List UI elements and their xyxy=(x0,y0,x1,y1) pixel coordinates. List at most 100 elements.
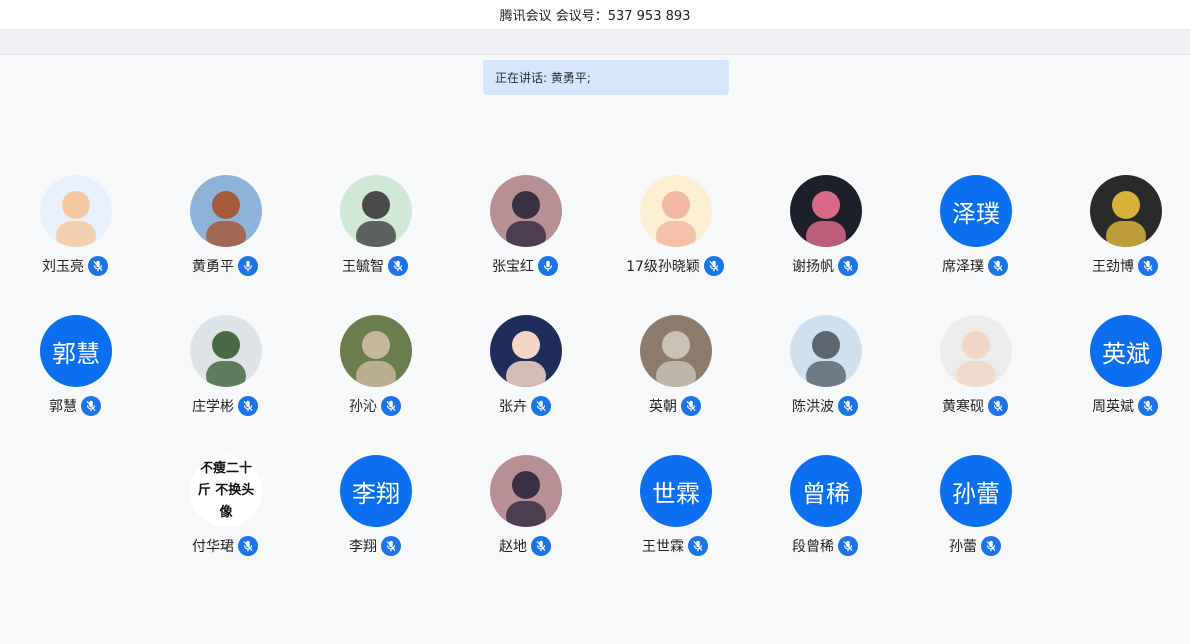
participant-tile[interactable]: 张卉 xyxy=(450,315,600,435)
participant-name: 17级孙晓颖 xyxy=(626,259,700,275)
child-photo-avatar xyxy=(940,315,1012,387)
participant-name: 英朝 xyxy=(649,399,677,415)
window-title: 腾讯会议 会议号：537 953 893 xyxy=(0,0,1190,30)
participant-name: 黄勇平 xyxy=(192,259,234,275)
participant-name: 李翔 xyxy=(349,539,377,555)
participant-name: 孙蕾 xyxy=(949,539,977,555)
participant-name: 谢扬帆 xyxy=(792,259,834,275)
participant-tile[interactable]: 赵地 xyxy=(450,455,600,575)
participant-nameline: 王劲博 xyxy=(1050,255,1190,277)
participant-name: 王毓智 xyxy=(342,259,384,275)
participant-tile[interactable]: 谢扬帆 xyxy=(750,175,900,295)
participant-nameline: 孙沁 xyxy=(300,395,450,417)
cartoon-girl-avatar xyxy=(640,175,712,247)
participant-name: 付华珺 xyxy=(192,539,234,555)
muted-mic-icon[interactable] xyxy=(988,256,1008,276)
participant-nameline: 周英斌 xyxy=(1050,395,1190,417)
muted-mic-icon[interactable] xyxy=(88,256,108,276)
participant-tile[interactable]: 李翔 李翔 xyxy=(300,455,450,575)
mic-active-icon[interactable] xyxy=(238,256,258,276)
participant-tile[interactable]: 张宝红 xyxy=(450,175,600,295)
participant-tile[interactable]: 庄学彬 xyxy=(150,315,300,435)
muted-mic-icon[interactable] xyxy=(238,396,258,416)
participant-nameline: 王世霖 xyxy=(600,535,750,557)
text-avatar: 孙蕾 xyxy=(940,455,1012,527)
participant-nameline: 黄勇平 xyxy=(150,255,300,277)
participant-tile[interactable]: 17级孙晓颖 xyxy=(600,175,750,295)
participant-tile[interactable]: 王劲博 xyxy=(1050,175,1190,295)
participant-nameline: 郭慧 xyxy=(0,395,150,417)
airplane-photo-avatar xyxy=(790,315,862,387)
speaking-banner: 正在讲话: 黄勇平; xyxy=(483,60,729,95)
muted-mic-icon[interactable] xyxy=(703,256,724,276)
participant-nameline: 庄学彬 xyxy=(150,395,300,417)
cartoon-2019-avatar xyxy=(490,315,562,387)
avatar-caption: 不瘦二十斤 不换头像 xyxy=(197,461,255,520)
dark-photo-avatar xyxy=(790,175,862,247)
muted-mic-icon[interactable] xyxy=(681,396,701,416)
participant-nameline: 王毓智 xyxy=(300,255,450,277)
participant-tile[interactable]: 不瘦二十斤 不换头像付华珺 xyxy=(150,455,300,575)
participant-name: 郭慧 xyxy=(49,399,77,415)
text-avatar: 泽璞 xyxy=(940,175,1012,247)
participant-name: 王劲博 xyxy=(1092,259,1134,275)
participant-tile[interactable]: 刘玉亮 xyxy=(0,175,150,295)
participant-tile[interactable]: 黄寒砚 xyxy=(900,315,1050,435)
muted-mic-icon[interactable] xyxy=(381,536,401,556)
person-photo-avatar xyxy=(490,455,562,527)
toy-photo-avatar xyxy=(640,315,712,387)
muted-mic-icon[interactable] xyxy=(838,536,858,556)
muted-mic-icon[interactable] xyxy=(388,256,408,276)
landscape-photo-avatar xyxy=(190,175,262,247)
participant-tile[interactable]: 英斌 周英斌 xyxy=(1050,315,1190,435)
participant-tile[interactable]: 孙蕾 孙蕾 xyxy=(900,455,1050,575)
participant-name: 段曾稀 xyxy=(792,539,834,555)
text-avatar: 郭慧 xyxy=(40,315,112,387)
text-avatar: 李翔 xyxy=(340,455,412,527)
muted-mic-icon[interactable] xyxy=(838,396,858,416)
muted-mic-icon[interactable] xyxy=(981,536,1001,556)
participant-tile[interactable]: 世霖 王世霖 xyxy=(600,455,750,575)
muted-mic-icon[interactable] xyxy=(688,536,708,556)
muted-mic-icon[interactable] xyxy=(381,396,401,416)
muted-mic-icon[interactable] xyxy=(531,536,551,556)
muted-mic-icon[interactable] xyxy=(1138,256,1158,276)
participant-tile[interactable]: 曾稀 段曾稀 xyxy=(750,455,900,575)
participant-nameline: 段曾稀 xyxy=(750,535,900,557)
camera-lens-avatar xyxy=(1090,175,1162,247)
toolbar xyxy=(0,30,1190,55)
participant-nameline: 张卉 xyxy=(450,395,600,417)
participant-tile[interactable]: 郭慧 郭慧 xyxy=(0,315,150,435)
participant-nameline: 谢扬帆 xyxy=(750,255,900,277)
person-photo-avatar xyxy=(490,175,562,247)
text-avatar: 世霖 xyxy=(640,455,712,527)
participant-name: 刘玉亮 xyxy=(42,259,84,275)
participant-tile[interactable]: 孙沁 xyxy=(300,315,450,435)
muted-mic-icon[interactable] xyxy=(838,256,858,276)
muted-mic-icon[interactable] xyxy=(81,396,101,416)
mic-active-icon[interactable] xyxy=(538,256,558,276)
cartoon-character-avatar xyxy=(340,175,412,247)
participant-nameline: 17级孙晓颖 xyxy=(600,255,750,277)
participant-name: 周英斌 xyxy=(1092,399,1134,415)
participant-tile[interactable]: 英朝 xyxy=(600,315,750,435)
participant-nameline: 赵地 xyxy=(450,535,600,557)
participant-tile[interactable]: 陈洪波 xyxy=(750,315,900,435)
muted-mic-icon[interactable] xyxy=(238,536,258,556)
participant-nameline: 陈洪波 xyxy=(750,395,900,417)
participant-tile[interactable]: 王毓智 xyxy=(300,175,450,295)
participant-nameline: 黄寒砚 xyxy=(900,395,1050,417)
muted-mic-icon[interactable] xyxy=(988,396,1008,416)
participant-tile[interactable]: 泽璞 席泽璞 xyxy=(900,175,1050,295)
text-avatar: 曾稀 xyxy=(790,455,862,527)
cartoon-boy-avatar xyxy=(40,175,112,247)
participant-name: 张宝红 xyxy=(492,259,534,275)
participant-name: 黄寒砚 xyxy=(942,399,984,415)
text-avatar: 英斌 xyxy=(1090,315,1162,387)
muted-mic-icon[interactable] xyxy=(1138,396,1158,416)
participant-nameline: 付华珺 xyxy=(150,535,300,557)
mountain-photo-avatar xyxy=(190,315,262,387)
muted-mic-icon[interactable] xyxy=(531,396,551,416)
participant-tile[interactable]: 黄勇平 xyxy=(150,175,300,295)
participant-name: 赵地 xyxy=(499,539,527,555)
